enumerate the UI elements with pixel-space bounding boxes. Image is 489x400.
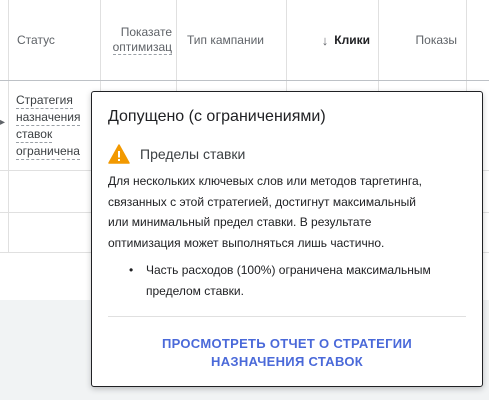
warning-icon (108, 144, 130, 164)
header-campaign-type-label: Тип кампании (187, 33, 264, 47)
status-details-popover: Допущено (с ограничениями) Пределы ставк… (91, 91, 483, 387)
header-clicks-label: Клики (334, 33, 370, 47)
status-cell (8, 213, 100, 252)
row-expand-icon[interactable]: ▸ (0, 117, 5, 128)
header-campaign-type[interactable]: Тип кампании (176, 0, 286, 80)
status-line: Стратегия (16, 93, 73, 109)
popover-subtitle: Пределы ставки (140, 146, 246, 162)
status-cell (8, 171, 100, 212)
view-bid-strategy-report-link[interactable]: ПРОСМОТРЕТЬ ОТЧЕТ О СТРАТЕГИИ НАЗНАЧЕНИЯ… (108, 335, 466, 371)
description-line: Для нескольких ключевых слов или методов… (108, 174, 422, 188)
sort-arrow-down-icon: ↓ (321, 32, 329, 48)
header-clicks[interactable]: ↓ Клики (286, 0, 378, 80)
link-line: НАЗНАЧЕНИЯ СТАВОК (211, 354, 363, 369)
header-extra-column (466, 0, 489, 80)
header-optimization-score[interactable]: Показате оптимизац (100, 0, 176, 80)
status-text[interactable]: Стратегия назначения ставок ограничена (16, 92, 81, 160)
popover-divider (108, 316, 466, 317)
header-select-cell (0, 0, 8, 80)
header-impressions-label: Показы (415, 33, 457, 47)
description-line: связанных с этой стратегией, достигнут м… (108, 194, 416, 209)
link-line: ПРОСМОТРЕТЬ ОТЧЕТ О СТРАТЕГИИ (161, 336, 413, 351)
header-status[interactable]: Статус (8, 0, 100, 80)
popover-description: Для нескольких ключевых слов или методов… (108, 171, 472, 253)
header-impressions[interactable]: Показы (378, 0, 466, 80)
status-line: назначения (16, 110, 81, 126)
bullet-icon: • (129, 263, 134, 277)
popover-subheading: Пределы ставки (108, 144, 245, 164)
table-header: Статус Показате оптимизац Тип кампании ↓… (0, 0, 489, 81)
status-cell[interactable]: Стратегия назначения ставок ограничена (8, 81, 100, 170)
header-status-label: Статус (17, 33, 55, 47)
bullet-line: Часть расходов (100%) ограничена максима… (146, 263, 431, 277)
popover-title: Допущено (с ограничениями) (108, 108, 326, 125)
header-optimization-line2: оптимизац (112, 40, 172, 55)
description-line: или минимальный предел ставки. В результ… (108, 215, 372, 229)
bullet-line: пределом ставки. (146, 283, 244, 298)
status-line: ограничена (16, 144, 80, 160)
header-optimization-line1: Показате (120, 25, 172, 39)
status-line: ставок (16, 127, 53, 143)
description-line: оптимизация может выполняться лишь части… (108, 235, 385, 250)
